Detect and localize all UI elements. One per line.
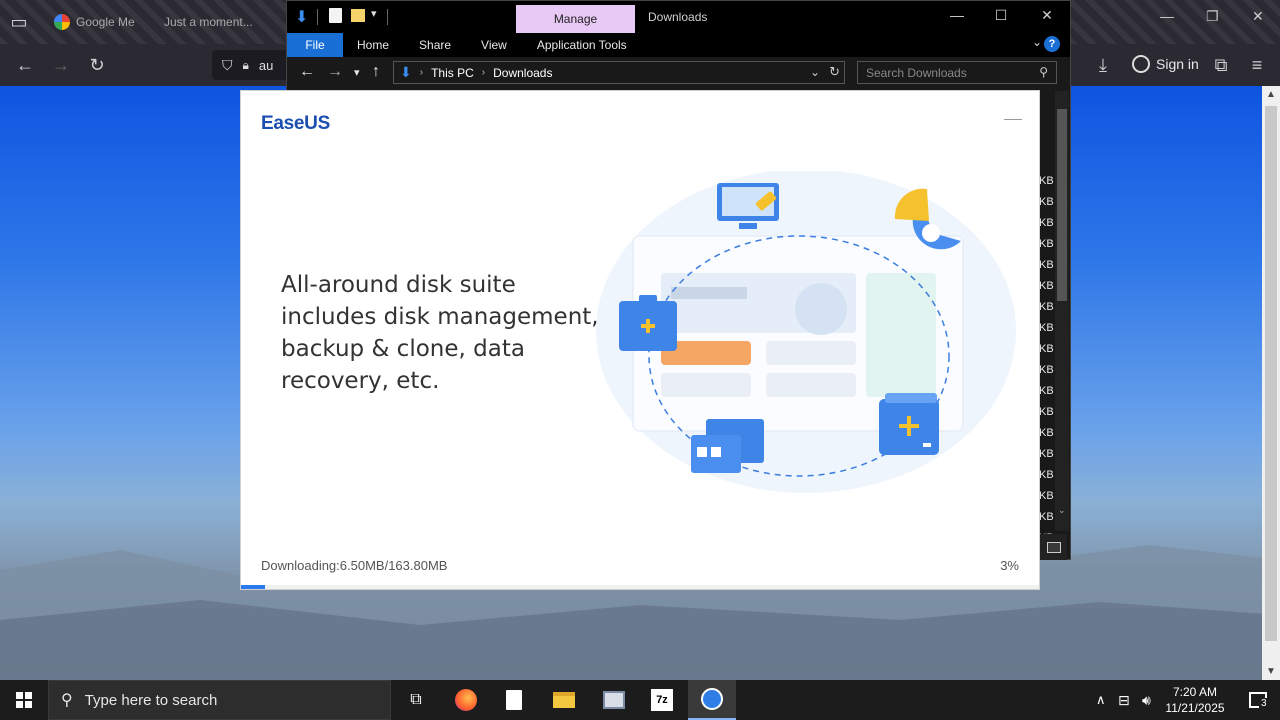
search-icon: ⚲ [1039,65,1048,79]
taskbar-clock[interactable]: 7:20 AM 11/21/2025 [1160,684,1230,716]
explorer-forward-icon[interactable]: → [327,63,343,81]
installer-headline: All-around disk suite includes disk mana… [281,272,599,394]
lock-icon: 🔒︎ [242,57,249,72]
explorer-scrollbar-thumb[interactable] [1057,109,1067,301]
tab-home[interactable]: Home [357,38,389,52]
search-placeholder: Search Downloads [866,65,967,80]
scroll-down-icon[interactable]: ▼ [1266,666,1276,677]
properties-icon[interactable] [329,8,342,23]
volume-icon[interactable]: 🔊︎ [1142,680,1151,720]
breadcrumb-this-pc[interactable]: This PC [431,66,474,80]
taskbar-search-input[interactable]: ⚲ Type here to search [48,680,391,720]
clock-date: 11/21/2025 [1165,701,1225,715]
explorer-title-bar: ⬇ ▾ Manage Downloads — ☐ ✕ [287,1,1070,33]
breadcrumb-separator-icon: › [419,67,424,78]
disk-suite-illustration [596,171,1016,493]
browser-close-icon[interactable]: ✕ [1252,8,1264,25]
forward-arrow-icon[interactable]: → [50,54,72,76]
explorer-close-icon[interactable]: ✕ [1037,7,1057,24]
qat-divider [387,9,388,25]
account-icon [1132,55,1150,73]
breadcrumb-separator-icon: › [481,67,486,78]
qat-divider [317,9,318,25]
explorer-address-row: ← → ▾ ↑ ⬇ › This PC › Downloads ⌄ ↻ Sear… [287,58,1070,88]
browser-scrollbar[interactable]: ▲ ▼ [1262,86,1280,680]
explorer-window-title: Downloads [648,10,708,24]
easeus-installer-window: EaseUS All-around disk suite includes di… [240,90,1040,590]
tab-manage[interactable]: Manage [516,5,635,33]
back-arrow-icon[interactable]: ← [14,54,36,76]
firefox-icon[interactable] [442,680,490,720]
windows-logo-icon [16,692,32,708]
start-button[interactable] [0,680,48,720]
easeus-logo: EaseUS [261,113,330,134]
help-icon[interactable]: ? [1044,36,1060,52]
download-status-text: Downloading:6.50MB/163.80MB [261,558,448,573]
browser-tab-google[interactable]: Google Me [54,8,135,36]
taskbar-search-placeholder: Type here to search [84,691,218,709]
browser-tab-just-a-moment[interactable]: Just a moment... [164,8,253,36]
installer-minimize-button[interactable] [1003,111,1023,127]
browser-restore-icon[interactable]: ❐ [1206,8,1219,25]
address-bar[interactable]: ⬇ › This PC › Downloads ⌄ ↻ [393,61,845,84]
easeus-installer-taskbar-icon[interactable] [688,680,736,720]
download-progress-bar [241,585,1039,589]
download-progress-fill [241,585,265,589]
explorer-ribbon: File Home Share View Application Tools [287,33,1070,57]
task-view-icon[interactable]: ⧉ [392,680,440,720]
notification-center-icon[interactable]: 3 [1236,680,1280,720]
explorer-minimize-icon[interactable]: — [947,7,967,23]
browser-tab-label: Just a moment... [164,15,253,29]
explorer-scroll-down-icon[interactable]: ⌄ [1058,505,1066,516]
shield-icon: ⛉ [222,56,233,73]
google-icon [54,14,70,30]
show-hidden-icons-chevron[interactable]: ∧ [1096,680,1106,720]
extensions-icon[interactable]: ⧉ [1210,54,1232,76]
tab-application-tools[interactable]: Application Tools [537,38,627,52]
scrollbar-thumb[interactable] [1265,106,1277,641]
clock-time: 7:20 AM [1172,685,1218,699]
tab-list-icon[interactable]: ▭ [8,11,30,33]
windows-taskbar: ⚲ Type here to search ⧉ 7z ∧ ⊟ 🔊︎ 7:20 A… [0,680,1280,720]
explorer-search-input[interactable]: Search Downloads ⚲ [857,61,1057,84]
file-explorer-icon[interactable] [540,680,588,720]
sign-in-label: Sign in [1156,56,1199,72]
notepad-icon[interactable] [490,680,538,720]
recent-locations-icon[interactable]: ▾ [354,66,360,79]
downloads-folder-icon: ⬇ [400,64,412,80]
sign-in-button[interactable]: Sign in [1132,55,1199,73]
scroll-up-icon[interactable]: ▲ [1266,89,1276,100]
download-arrow-icon: ⬇ [295,9,309,26]
explorer-scrollbar[interactable]: ⌄ [1055,91,1069,531]
control-panel-icon[interactable] [590,680,638,720]
explorer-back-icon[interactable]: ← [299,63,315,81]
address-dropdown-icon[interactable]: ⌄ [810,65,820,79]
notification-count: 3 [1259,698,1269,709]
tab-view[interactable]: View [481,38,507,52]
tab-file[interactable]: File [287,33,343,57]
menu-icon[interactable]: ≡ [1246,54,1268,76]
new-folder-icon[interactable] [351,9,365,22]
up-folder-icon[interactable]: ↑ [372,63,380,81]
details-view-icon[interactable] [1039,534,1067,560]
browser-minimize-icon[interactable]: — [1160,8,1174,24]
browser-tab-label: Google Me [76,15,135,29]
qat-dropdown-icon[interactable]: ▾ [371,7,377,20]
url-bar[interactable]: ⛉ 🔒︎ au [212,50,292,80]
tab-share[interactable]: Share [419,38,451,52]
explorer-maximize-icon[interactable]: ☐ [991,7,1011,24]
network-icon[interactable]: ⊟ [1118,680,1130,720]
search-icon: ⚲ [61,692,73,709]
reload-icon[interactable]: ↻ [86,54,108,76]
breadcrumb-downloads[interactable]: Downloads [493,66,552,80]
url-text: au [258,57,274,73]
downloads-icon[interactable]: ⤓ [1092,54,1114,76]
ribbon-expand-chevron-icon[interactable]: ⌄ [1032,35,1042,49]
7zip-icon[interactable]: 7z [638,680,686,720]
refresh-icon[interactable]: ↻ [829,64,840,80]
download-percent-text: 3% [1000,558,1019,573]
